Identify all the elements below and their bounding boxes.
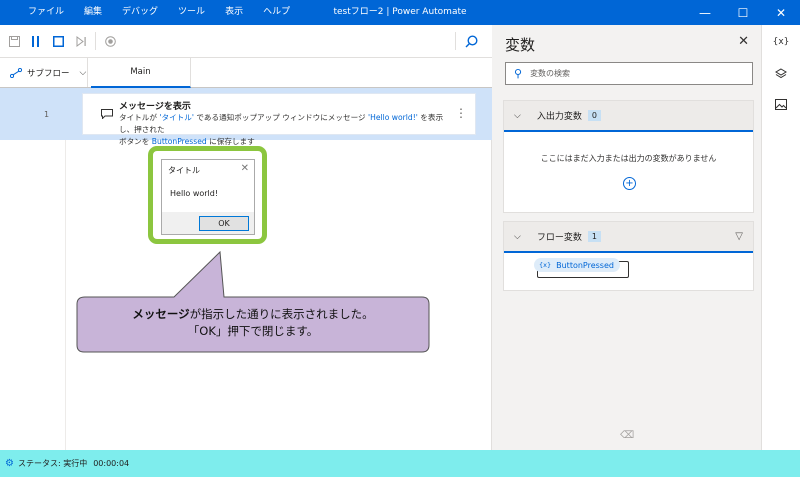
chevron-down-icon: ⌵ (514, 231, 521, 242)
panel-title: 変数 (505, 36, 536, 54)
empty-message: ここにはまだ入力または出力の変数がありません (540, 154, 717, 163)
io-variables-label: 入出力変数 (536, 112, 582, 122)
search-icon: ⚲ (514, 67, 523, 80)
flow-variables-label: フロー変数 (536, 233, 582, 243)
status-icon: ⚙ (5, 458, 14, 469)
chevron-down-icon: ⌵ (514, 110, 521, 121)
callout-line-2: 「OK」押下で閉じます。 (187, 324, 319, 338)
eraser-icon[interactable]: ⌫ (620, 430, 634, 441)
flow-variables-count: 1 (587, 231, 601, 242)
filter-icon[interactable]: ▽ (735, 231, 743, 242)
io-variables-header[interactable]: ⌵ 入出力変数 0 (504, 101, 753, 132)
variable-chip[interactable]: {x} ButtonPressed (534, 258, 620, 272)
variable-item[interactable]: {x} ButtonPressed (534, 258, 629, 278)
elapsed-time: 00:00:04 (93, 459, 130, 468)
variables-panel: 変数 ✕ ⚲ 変数の検索 ⌵ 入出力変数 0 ここにはまだ入力または出力の変数が… (492, 25, 761, 450)
callout-text: メッセージが指示した通りに表示されました。 「OK」押下で閉じます。 (132, 307, 374, 338)
image-icon (775, 98, 787, 110)
io-variables-count: 0 (587, 110, 601, 121)
flow-variables-header[interactable]: ⌵ フロー変数 1 ▽ (504, 222, 753, 253)
side-rail: {x} (761, 25, 800, 450)
variables-rail-button[interactable]: {x} (770, 33, 792, 51)
variables-icon: {x} (772, 37, 790, 47)
variable-search-input[interactable]: ⚲ 変数の検索 (505, 62, 753, 85)
status-bar: ⚙ ステータス: 実行中 00:00:04 (0, 450, 800, 477)
images-rail-button[interactable] (770, 95, 792, 113)
layers-icon (775, 68, 787, 79)
callout-bold: メッセージ (132, 307, 190, 321)
add-io-variable-icon[interactable]: + (623, 177, 636, 190)
panel-close-icon[interactable]: ✕ (738, 34, 749, 49)
io-variables-section: ⌵ 入出力変数 0 ここにはまだ入力または出力の変数がありません + (503, 100, 754, 213)
flow-variables-section: ⌵ フロー変数 1 ▽ {x} ButtonPressed (503, 221, 754, 291)
ui-elements-rail-button[interactable] (770, 65, 792, 83)
search-placeholder: 変数の検索 (530, 69, 571, 78)
status-text: ステータス: 実行中 (17, 459, 88, 468)
variable-icon: {x} (539, 261, 552, 269)
variable-name: ButtonPressed (556, 260, 614, 270)
